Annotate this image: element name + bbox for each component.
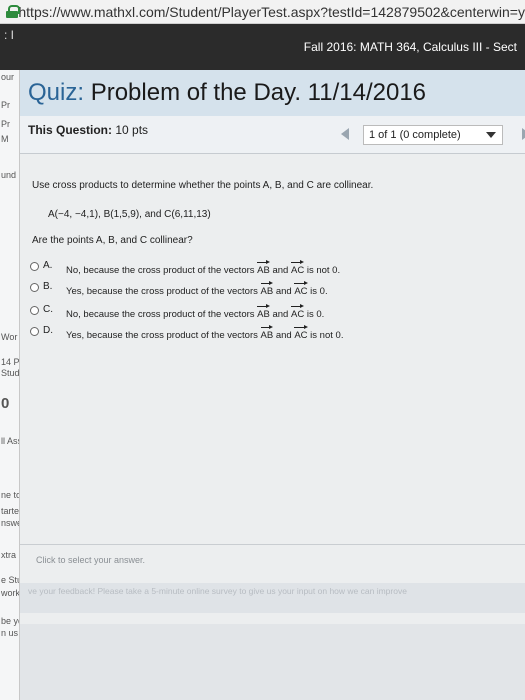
answer-hint: Click to select your answer.	[36, 555, 146, 565]
course-fragment: : I	[4, 28, 15, 42]
question-points: 10 pts	[115, 123, 149, 137]
sidebar-fragment: Stud	[1, 368, 20, 378]
question-progress: 1 of 1 (0 complete)	[369, 129, 461, 141]
radio-button[interactable]	[30, 283, 39, 292]
feedback-text: ve your feedback! Please take a 5-minute…	[28, 586, 407, 596]
sidebar-fragment: n us	[1, 628, 19, 638]
quiz-title: Quiz: Problem of the Day. 11/14/2016	[28, 79, 426, 107]
option-text: No, because the cross product of the vec…	[66, 304, 325, 320]
quiz-name: Problem of the Day. 11/14/2016	[90, 79, 427, 106]
this-question-label: This Question:	[28, 123, 112, 137]
sidebar-fragment: be yo	[1, 616, 19, 626]
question-points-list: A(−4, −4,1), B(1,5,9), and C(6,11,13)	[48, 209, 211, 220]
sidebar-fragment: nswer	[1, 518, 19, 528]
sidebar-fragment: Pr	[1, 100, 10, 110]
sidebar-fragment: 14 P	[1, 357, 20, 367]
sidebar-fragment: und	[1, 170, 17, 180]
question-prompt: Are the points A, B, and C collinear?	[32, 235, 193, 246]
url-text: https://www.mathxl.com/Student/PlayerTes…	[18, 3, 525, 20]
quiz-label: Quiz:	[28, 79, 85, 106]
option-text: No, because the cross product of the vec…	[66, 260, 341, 276]
radio-button[interactable]	[30, 327, 39, 336]
sidebar-fragment: ne to	[1, 490, 20, 500]
chevron-down-icon	[486, 132, 496, 138]
sidebar-score: 0	[1, 395, 10, 412]
option-text: Yes, because the cross product of the ve…	[66, 325, 344, 341]
browser-url-bar[interactable]: https://www.mathxl.com/Student/PlayerTes…	[0, 0, 525, 24]
this-question: This Question: 10 pts	[28, 123, 148, 137]
previous-question-icon[interactable]	[341, 128, 349, 140]
question-bar: This Question: 10 pts 1 of 1 (0 complete…	[20, 116, 525, 154]
question-instruction: Use cross products to determine whether …	[32, 180, 374, 191]
sidebar-fragment: our	[1, 72, 15, 82]
sidebar-fragment: e Stud	[1, 575, 19, 585]
lock-icon	[6, 5, 21, 18]
sidebar-fragment[interactable]: Pr	[1, 119, 10, 129]
option-text: Yes, because the cross product of the ve…	[66, 281, 328, 297]
radio-button[interactable]	[30, 262, 39, 271]
left-sidebar: our Pr Pr M und Wor 14 P Stud 0 ll Ass n…	[0, 70, 20, 700]
sidebar-fragment: Wor	[1, 332, 18, 342]
option-letter: B.	[43, 281, 53, 292]
radio-button[interactable]	[30, 306, 39, 315]
question-selector[interactable]: 1 of 1 (0 complete)	[363, 125, 503, 145]
question-content: Use cross products to determine whether …	[20, 154, 525, 700]
quiz-header: Quiz: Problem of the Day. 11/14/2016	[20, 70, 525, 116]
option-letter: D.	[43, 325, 53, 336]
feedback-banner[interactable]: ve your feedback! Please take a 5-minute…	[20, 583, 525, 613]
divider	[20, 544, 525, 545]
sidebar-fragment: xtra h	[1, 550, 19, 560]
sidebar-fragment: tarted	[1, 506, 20, 516]
sidebar-fragment: work	[1, 588, 20, 598]
sidebar-fragment[interactable]: M	[1, 134, 9, 144]
option-letter: C.	[43, 304, 53, 315]
course-header: : I Fall 2016: MATH 364, Calculus III - …	[0, 24, 525, 70]
course-title: Fall 2016: MATH 364, Calculus III - Sect	[303, 40, 517, 54]
sidebar-fragment[interactable]: ll Ass	[1, 436, 19, 446]
footer-area	[20, 624, 525, 700]
option-letter: A.	[43, 260, 53, 271]
